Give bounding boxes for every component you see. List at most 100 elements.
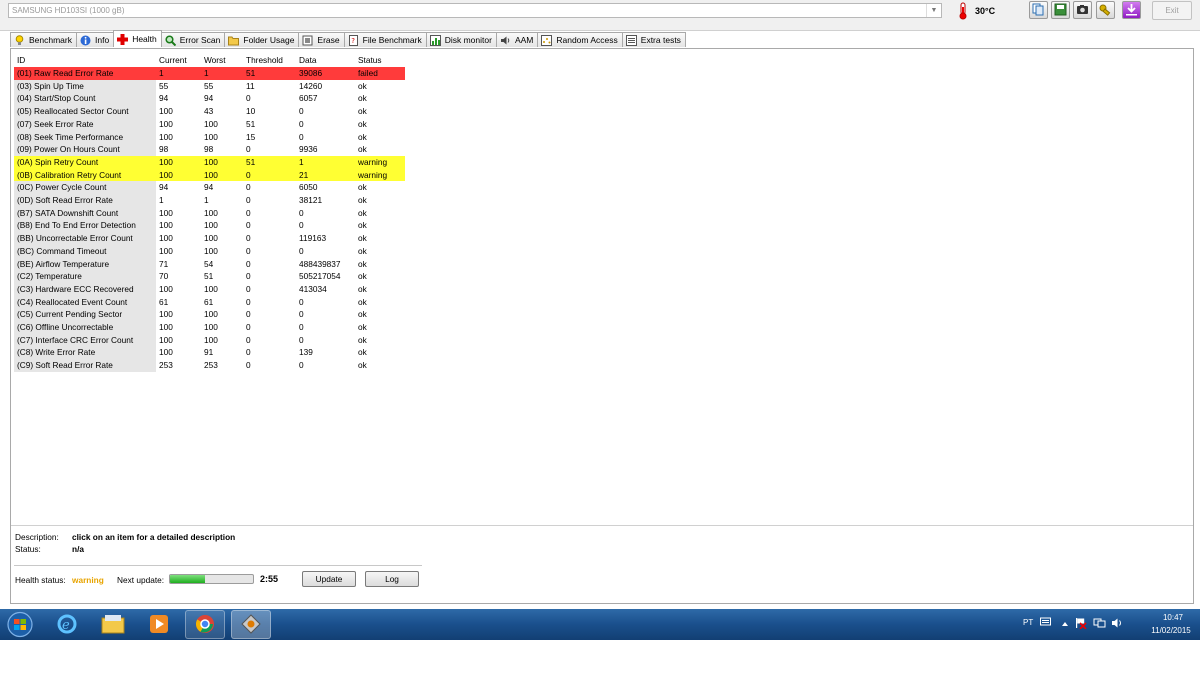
show-hidden-icons-icon[interactable] — [1061, 619, 1069, 629]
tab-folder-usage[interactable]: Folder Usage — [224, 32, 300, 47]
table-row[interactable]: (BE) Airflow Temperature 71 54 0 488439837 ok — [14, 257, 405, 271]
network-icon[interactable] — [1093, 617, 1106, 631]
folder-icon — [228, 35, 240, 46]
table-row[interactable]: (C2) Temperature 70 51 0 505217054 ok — [14, 270, 405, 283]
action-center-flag-icon[interactable] — [1075, 617, 1087, 631]
cell-id: (03) Spin Up Time — [14, 79, 156, 93]
screenshot-button[interactable] — [1073, 1, 1092, 19]
tab-erase[interactable]: Erase — [298, 32, 345, 47]
table-row[interactable]: (BB) Uncorrectable Error Count 100 100 0 119… — [14, 232, 405, 245]
svg-text:?: ? — [351, 37, 355, 45]
cell-id: (0D) Soft Read Error Rate — [14, 194, 156, 207]
cell-threshold: 0 — [246, 283, 251, 294]
table-row[interactable]: (C4) Reallocated Event Count 61 61 0 0 ok — [14, 295, 405, 309]
taskbar-chrome[interactable] — [185, 610, 225, 639]
table-row[interactable]: (C9) Soft Read Error Rate 253 253 0 0 ok — [14, 359, 405, 372]
taskbar-internet-explorer[interactable]: e — [47, 610, 87, 639]
cell-threshold: 0 — [246, 207, 251, 218]
cell-worst: 100 — [204, 131, 218, 142]
table-row[interactable]: (01) Raw Read Error Rate 1 1 51 39086 failed — [14, 67, 405, 80]
cell-status: ok — [358, 283, 367, 294]
table-row[interactable]: (BC) Command Timeout 100 100 0 0 ok — [14, 244, 405, 258]
divider — [11, 525, 1193, 526]
cell-threshold: 0 — [246, 258, 251, 269]
table-row[interactable]: (C6) Offline Uncorrectable 100 100 0 0 ok — [14, 321, 405, 334]
cell-status: ok — [358, 296, 367, 307]
column-header-id[interactable]: ID — [14, 53, 156, 67]
cell-status: ok — [358, 220, 367, 231]
table-row[interactable]: (0D) Soft Read Error Rate 1 1 0 38121 ok — [14, 194, 405, 207]
table-row[interactable]: (03) Spin Up Time 55 55 11 14260 ok — [14, 79, 405, 93]
cell-worst: 100 — [204, 118, 218, 129]
table-row[interactable]: (07) Seek Error Rate 100 100 51 0 ok — [14, 117, 405, 131]
clock-time[interactable]: 10:47 — [1151, 613, 1195, 622]
tab-health[interactable]: Health — [113, 30, 162, 47]
tab-info[interactable]: Info — [76, 32, 115, 47]
tab-aam[interactable]: AAM — [495, 32, 539, 47]
keyboard-icon[interactable] — [1040, 617, 1051, 628]
save-button[interactable] — [1051, 1, 1070, 19]
table-row[interactable]: (C7) Interface CRC Error Count 100 100 0 0 ok — [14, 333, 405, 347]
cell-current: 61 — [159, 296, 169, 307]
table-row[interactable]: (0A) Spin Retry Count 100 100 51 1 warning — [14, 155, 405, 169]
volume-icon[interactable] — [1111, 617, 1124, 631]
column-header-worst[interactable]: Worst — [201, 53, 243, 67]
media-player-icon — [148, 613, 170, 637]
table-row[interactable]: (0C) Power Cycle Count 94 94 0 6050 ok — [14, 181, 405, 195]
table-row[interactable]: (05) Reallocated Sector Count 100 43 10 0 ok — [14, 105, 405, 118]
internet-explorer-icon: e — [56, 613, 78, 637]
cell-status: warning — [355, 155, 405, 169]
column-header-current[interactable]: Current — [156, 53, 201, 67]
cell-id: (C4) Reallocated Event Count — [14, 295, 156, 309]
taskbar-hd-tune[interactable] — [231, 610, 271, 639]
tab-disk-monitor[interactable]: Disk monitor — [425, 32, 497, 47]
cell-threshold: 51 — [246, 118, 256, 129]
options-button[interactable] — [1096, 1, 1115, 19]
cell-id: (C5) Current Pending Sector — [14, 308, 156, 322]
column-header-threshold[interactable]: Threshold — [243, 53, 296, 67]
screen-margin — [0, 640, 1200, 675]
update-progress-bar — [169, 574, 254, 584]
download-button[interactable] — [1122, 1, 1141, 19]
cell-worst: 100 — [204, 233, 218, 244]
tab-extra-tests[interactable]: Extra tests — [621, 32, 686, 47]
update-button[interactable]: Update — [302, 571, 356, 587]
file-benchmark-icon: ? — [348, 34, 359, 46]
chevron-down-icon[interactable]: ▼ — [926, 4, 941, 17]
copy-button[interactable] — [1029, 1, 1048, 19]
table-row[interactable]: (C8) Write Error Rate 100 91 0 139 ok — [14, 346, 405, 360]
cell-threshold: 11 — [246, 80, 255, 91]
table-row[interactable]: (09) Power On Hours Count 98 98 0 9936 ok — [14, 143, 405, 156]
cell-status: ok — [358, 245, 367, 256]
table-row[interactable]: (08) Seek Time Performance 100 100 15 0 ok — [14, 130, 405, 144]
taskbar-media-player[interactable] — [139, 610, 179, 639]
tab-file-benchmark[interactable]: ? File Benchmark — [343, 32, 427, 47]
table-row[interactable]: (B7) SATA Downshift Count 100 100 0 0 ok — [14, 206, 405, 220]
cell-status: ok — [358, 106, 367, 117]
log-button[interactable]: Log — [365, 571, 419, 587]
table-row[interactable]: (B8) End To End Error Detection 100 100 0 0 o… — [14, 219, 405, 233]
table-row[interactable]: (C5) Current Pending Sector 100 100 0 0 ok — [14, 308, 405, 322]
clock-date[interactable]: 11/02/2015 — [1143, 626, 1199, 635]
cell-threshold: 0 — [246, 233, 251, 244]
taskbar-file-explorer[interactable] — [93, 610, 133, 639]
table-row[interactable]: (04) Start/Stop Count 94 94 0 6057 ok — [14, 92, 405, 106]
drive-select[interactable]: SAMSUNG HD103SI (1000 gB) ▼ — [8, 3, 942, 18]
cell-worst: 54 — [204, 258, 214, 269]
cell-current: 100 — [159, 233, 173, 244]
cell-threshold: 0 — [246, 93, 251, 104]
exit-button[interactable]: Exit — [1152, 1, 1192, 20]
language-indicator[interactable]: PT — [1023, 618, 1033, 627]
cell-worst: 100 — [204, 220, 218, 231]
start-button[interactable] — [4, 610, 36, 639]
table-row[interactable]: (C3) Hardware ECC Recovered 100 100 0 413034… — [14, 282, 405, 296]
health-status-label: Health status: — [15, 575, 66, 585]
tab-error-scan[interactable]: Error Scan — [160, 32, 226, 47]
column-header-status[interactable]: Status — [355, 53, 405, 67]
info-icon — [80, 35, 91, 46]
column-header-data[interactable]: Data — [296, 53, 355, 67]
tab-benchmark[interactable]: Benchmark — [10, 32, 77, 47]
tab-random-access[interactable]: Random Access — [537, 32, 623, 47]
table-row[interactable]: (0B) Calibration Retry Count 100 100 0 21 war… — [14, 168, 405, 182]
cell-current: 100 — [159, 334, 173, 345]
